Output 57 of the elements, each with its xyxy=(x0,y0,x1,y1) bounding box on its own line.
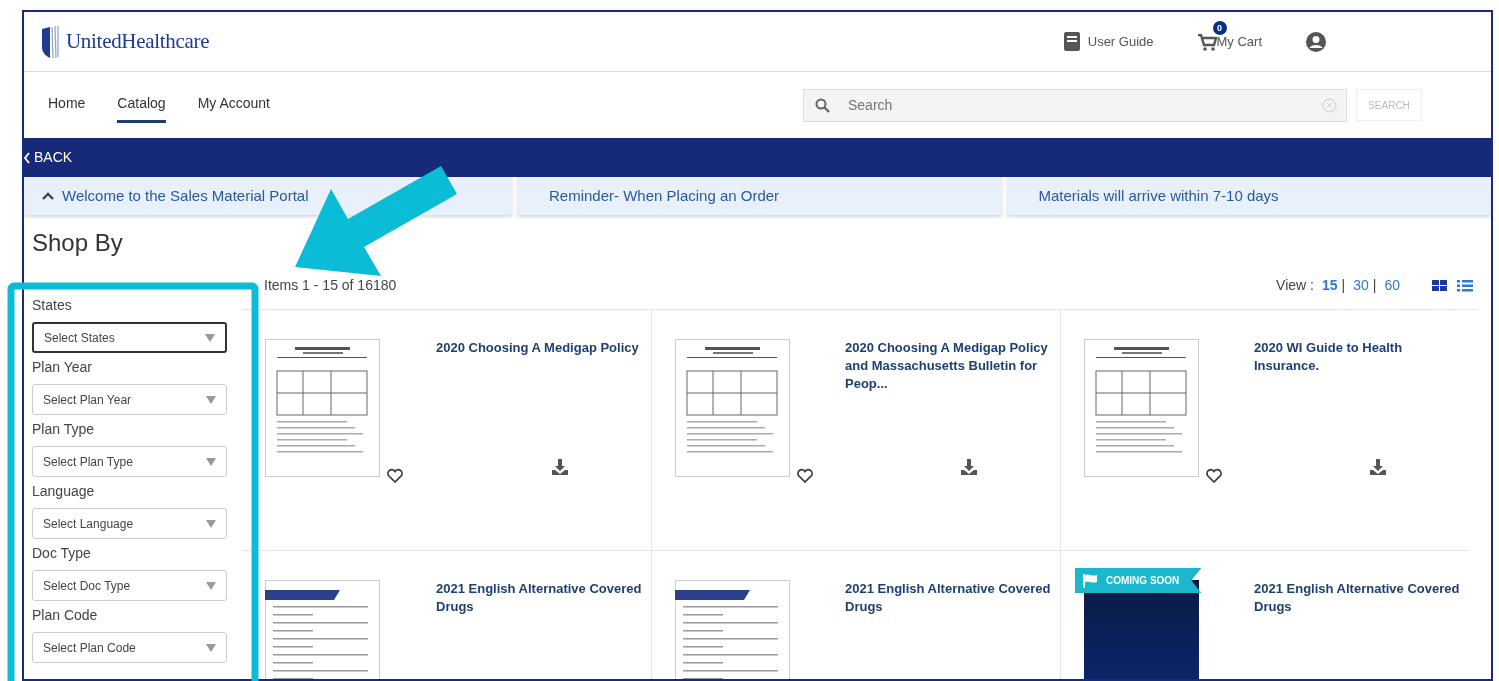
nav-tab[interactable]: Home xyxy=(48,87,86,123)
dropdown-caret-icon xyxy=(206,581,216,590)
book-icon[interactable] xyxy=(1063,32,1080,51)
page-size-link[interactable]: 60 xyxy=(1384,275,1400,296)
heart-icon[interactable] xyxy=(797,468,813,484)
back-chevron-icon[interactable] xyxy=(24,151,30,164)
heart-icon[interactable] xyxy=(1206,468,1222,484)
grid-view-icon[interactable] xyxy=(1432,280,1447,291)
announcement-tab[interactable]: Reminder- When Placing an Order xyxy=(517,177,1002,215)
dropdown-caret-icon xyxy=(206,395,216,404)
announcement-tab[interactable]: Materials will arrive within 7-10 days xyxy=(1006,177,1491,215)
filter-label: Doc Type xyxy=(32,544,92,563)
user-account-icon[interactable] xyxy=(1306,31,1326,52)
user-guide-link[interactable]: User Guide xyxy=(1087,31,1154,52)
dropdown-caret-icon xyxy=(206,643,216,652)
product-title[interactable]: 2021 English Alternative Covered Drugs xyxy=(845,580,1060,616)
coming-soon-ribbon: COMING SOON xyxy=(1075,568,1202,593)
download-icon[interactable] xyxy=(961,459,977,475)
separator: | xyxy=(1372,276,1377,295)
view-label: View : xyxy=(1276,276,1314,295)
filter-label: Plan Year xyxy=(32,358,93,377)
filter-dropdown[interactable]: Select Plan Code xyxy=(32,632,227,663)
product-title[interactable]: 2020 Choosing A Medigap Policy and Massachusetts Bulletin for Peop... xyxy=(845,339,1060,393)
nav-tab[interactable]: My Account xyxy=(197,87,270,123)
dropdown-caret-icon xyxy=(206,519,216,528)
logo-shield-icon xyxy=(40,24,62,59)
product-title[interactable]: 2021 English Alternative Covered Drugs xyxy=(1254,580,1469,616)
heart-icon[interactable] xyxy=(387,468,403,484)
product-title[interactable]: 2021 English Alternative Covered Drugs xyxy=(436,580,651,616)
download-icon[interactable] xyxy=(552,459,568,475)
back-link[interactable]: BACK xyxy=(34,147,73,168)
page-size-link[interactable]: 15 xyxy=(1322,275,1338,296)
shopping-cart-icon[interactable] xyxy=(1197,33,1217,51)
search-icon xyxy=(815,97,830,113)
filter-label: States xyxy=(32,296,73,315)
download-icon[interactable] xyxy=(1370,459,1386,475)
filter-dropdown[interactable]: Select States xyxy=(32,322,227,353)
filter-label: Language xyxy=(32,482,96,501)
page-heading: Shop By xyxy=(32,228,124,258)
dropdown-caret-icon xyxy=(206,457,216,466)
separator: | xyxy=(1341,276,1346,295)
filter-label: Plan Code xyxy=(32,606,99,625)
product-title[interactable]: 2020 Choosing A Medigap Policy xyxy=(436,339,651,357)
brand-logo-text[interactable]: UnitedHealthcare xyxy=(66,25,210,58)
list-view-icon[interactable] xyxy=(1457,279,1473,292)
filter-dropdown[interactable]: Select Plan Year xyxy=(32,384,227,415)
filter-dropdown[interactable]: Select Language xyxy=(32,508,227,539)
product-title[interactable]: 2020 WI Guide to Health Insurance. xyxy=(1254,339,1469,375)
nav-tab[interactable]: Catalog xyxy=(117,87,166,123)
dropdown-caret-icon xyxy=(205,333,215,342)
filter-label: Plan Type xyxy=(32,420,95,439)
cart-count-badge: 0 xyxy=(1212,20,1227,35)
page-size-link[interactable]: 30 xyxy=(1353,275,1369,296)
filter-dropdown[interactable]: Select Doc Type xyxy=(32,570,227,601)
filter-dropdown[interactable]: Select Plan Type xyxy=(32,446,227,477)
search-field[interactable]: Search xyxy=(803,88,1347,122)
flag-icon xyxy=(1083,573,1098,588)
